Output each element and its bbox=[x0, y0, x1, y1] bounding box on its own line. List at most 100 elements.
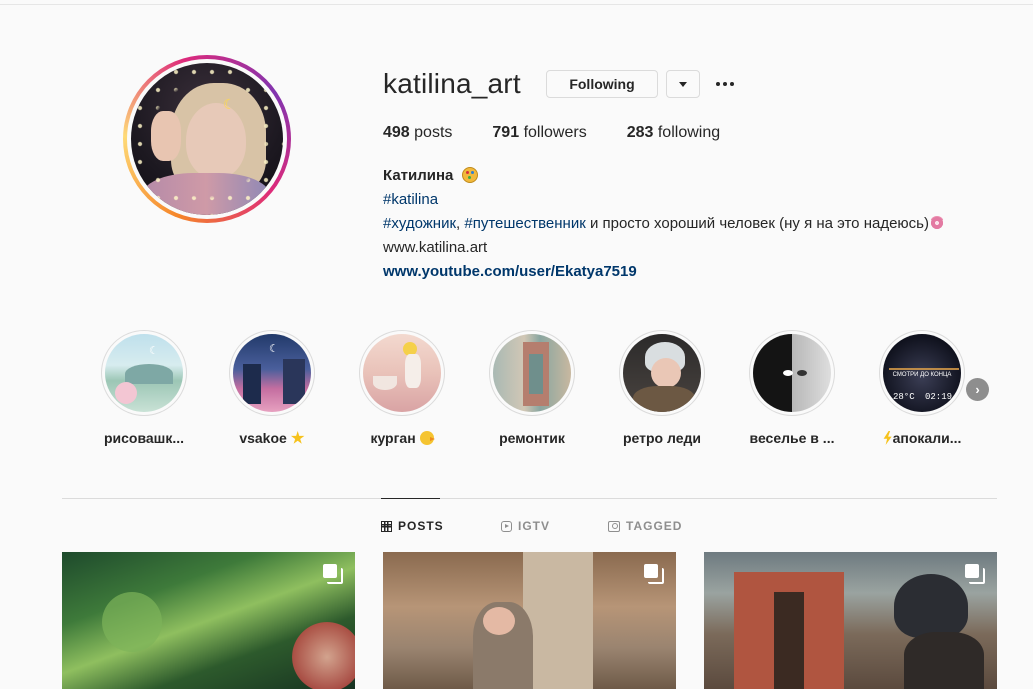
person-shape bbox=[904, 632, 984, 689]
cloud-icon bbox=[783, 370, 793, 376]
highlight-image: ☾ bbox=[233, 334, 311, 412]
highlight-label: апокали... bbox=[874, 430, 970, 446]
external-link[interactable]: www.youtube.com/user/Ekatya7519 bbox=[383, 263, 637, 280]
fairy-lights bbox=[131, 63, 283, 215]
following-stat[interactable]: 283 following bbox=[627, 124, 720, 142]
flower-emoji-icon bbox=[929, 215, 945, 231]
moon-icon: ☾ bbox=[149, 345, 159, 357]
dot-icon bbox=[730, 82, 734, 86]
highlight-label: курган bbox=[354, 430, 450, 446]
highlight-label: рисовашк... bbox=[103, 430, 185, 446]
profile-username: katilina_art bbox=[383, 68, 521, 99]
carousel-icon bbox=[644, 564, 664, 584]
grid-icon bbox=[381, 520, 392, 532]
highlight-cover bbox=[619, 330, 705, 416]
suggested-dropdown-button[interactable] bbox=[666, 70, 700, 98]
tagged-icon bbox=[608, 520, 620, 532]
story-highlights: ☾ рисовашк... ☾ vsakoe курган ремонтик р… bbox=[96, 330, 996, 450]
highlight-item[interactable]: ☾ vsakoe bbox=[224, 330, 320, 446]
cloud-icon bbox=[797, 370, 807, 376]
lightning-icon bbox=[883, 431, 892, 445]
followers-stat[interactable]: 791 followers bbox=[492, 124, 586, 142]
moon-icon: ☾ bbox=[269, 343, 279, 355]
highlight-image bbox=[363, 334, 441, 412]
highlight-item[interactable]: курган bbox=[354, 330, 450, 446]
posts-stat: 498 posts bbox=[383, 124, 452, 142]
highlight-label: vsakoe bbox=[224, 430, 320, 446]
tab-posts[interactable]: POSTS bbox=[381, 519, 444, 533]
active-tab-indicator bbox=[381, 498, 440, 499]
tab-posts-label: POSTS bbox=[398, 519, 444, 533]
bio-line-2: #художник, #путешественник и просто хоро… bbox=[383, 212, 945, 236]
more-options-button[interactable] bbox=[712, 72, 738, 96]
highlight-item[interactable]: ☾ рисовашк... bbox=[96, 330, 192, 446]
hashtag-link[interactable]: #художник bbox=[383, 215, 456, 232]
monkey-face bbox=[483, 607, 515, 635]
highlight-image bbox=[753, 334, 831, 412]
followers-count: 791 bbox=[492, 124, 520, 141]
temperature-text: 28°C bbox=[893, 392, 915, 402]
highlight-cover bbox=[359, 330, 445, 416]
igtv-icon bbox=[501, 520, 512, 532]
highlight-label: веселье в ... bbox=[749, 430, 835, 446]
time-text: 02:19 bbox=[925, 392, 953, 402]
highlight-cover: ☾ bbox=[229, 330, 315, 416]
highlight-item[interactable]: ретро леди bbox=[614, 330, 710, 446]
profile-stats: 498 posts 791 followers 283 following bbox=[383, 124, 760, 142]
bio-line-1: #katilina bbox=[383, 188, 945, 212]
tab-igtv[interactable]: IGTV bbox=[501, 519, 550, 533]
tab-tagged-label: TAGGED bbox=[626, 519, 683, 533]
full-name: Катилина bbox=[383, 167, 454, 184]
highlight-label: ремонтик bbox=[499, 430, 565, 446]
highlight-item[interactable]: СМОТРИ ДО КОНЦА 28°C 02:19 апокали... bbox=[874, 330, 970, 446]
highlight-item[interactable]: ремонтик bbox=[484, 330, 580, 446]
helmet-shape bbox=[894, 574, 968, 638]
following-count: 283 bbox=[626, 124, 654, 141]
posts-label: posts bbox=[414, 124, 453, 141]
tree-trunk bbox=[523, 552, 593, 689]
palette-emoji-icon bbox=[461, 167, 478, 183]
bio-name-line: Катилина bbox=[383, 164, 945, 188]
bio-website-text: www.katilina.art bbox=[383, 239, 488, 256]
highlight-overlay-text: СМОТРИ ДО КОНЦА bbox=[892, 372, 952, 378]
tabs-divider bbox=[62, 498, 997, 499]
followers-label: followers bbox=[523, 124, 587, 141]
post-thumbnail[interactable] bbox=[62, 552, 355, 689]
top-divider bbox=[0, 4, 1033, 5]
post-thumbnail[interactable] bbox=[704, 552, 997, 689]
posts-count: 498 bbox=[383, 124, 410, 141]
highlight-cover: ☾ bbox=[101, 330, 187, 416]
avatar-photo: ☾ bbox=[131, 63, 283, 215]
chick-icon bbox=[419, 431, 435, 445]
highlight-item[interactable]: веселье в ... bbox=[744, 330, 840, 446]
avatar-inner: ☾ bbox=[127, 59, 287, 219]
star-icon bbox=[290, 431, 305, 444]
post-thumbnail[interactable] bbox=[383, 552, 676, 689]
highlight-cover bbox=[749, 330, 835, 416]
bio-text: и просто хороший человек (ну я на это на… bbox=[585, 215, 929, 232]
highlight-cover: СМОТРИ ДО КОНЦА 28°C 02:19 bbox=[879, 330, 965, 416]
highlight-image bbox=[623, 334, 701, 412]
carousel-icon bbox=[323, 564, 343, 584]
bio-line-4: www.youtube.com/user/Ekatya7519 bbox=[383, 260, 945, 284]
highlights-next-button[interactable]: › bbox=[966, 378, 989, 401]
tab-tagged[interactable]: TAGGED bbox=[608, 519, 682, 533]
bio-line-3: www.katilina.art bbox=[383, 236, 945, 260]
highlight-image: ☾ bbox=[105, 334, 183, 412]
highlight-image bbox=[493, 334, 571, 412]
chevron-right-icon: › bbox=[975, 382, 980, 397]
highlight-image: СМОТРИ ДО КОНЦА 28°C 02:19 bbox=[883, 334, 961, 412]
highlight-cover bbox=[489, 330, 575, 416]
carousel-icon bbox=[965, 564, 985, 584]
profile-avatar[interactable]: ☾ bbox=[123, 55, 291, 223]
tab-igtv-label: IGTV bbox=[518, 519, 551, 533]
chevron-down-icon bbox=[679, 81, 687, 87]
following-button[interactable]: Following bbox=[546, 70, 658, 98]
hashtag-link[interactable]: #katilina bbox=[383, 191, 438, 208]
following-label: following bbox=[657, 124, 721, 141]
temple-door bbox=[774, 592, 804, 689]
highlight-label: ретро леди bbox=[623, 430, 701, 446]
dot-icon bbox=[723, 82, 727, 86]
hashtag-link[interactable]: #путешественник bbox=[464, 215, 585, 232]
light-flare bbox=[292, 622, 355, 689]
